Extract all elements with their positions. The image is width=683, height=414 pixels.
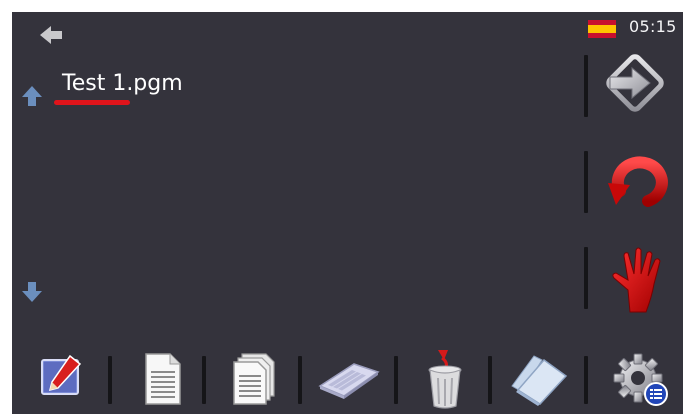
gear-icon — [613, 353, 668, 406]
divider — [488, 356, 492, 404]
settings-button[interactable] — [610, 346, 674, 410]
divider — [584, 55, 588, 117]
back-button[interactable] — [38, 24, 66, 46]
scroll-down-button[interactable] — [21, 280, 43, 304]
divider — [202, 356, 206, 404]
clock: 05:15 — [629, 17, 677, 36]
scroll-up-button[interactable] — [21, 84, 43, 108]
stop-button[interactable] — [608, 244, 668, 314]
divider — [108, 356, 112, 404]
red-circular-arrow-icon — [608, 156, 668, 207]
file-name: Test 1.pgm — [62, 71, 183, 96]
divider — [584, 151, 588, 213]
folder-icon — [511, 355, 568, 406]
divider — [584, 247, 588, 309]
selection-underline — [54, 100, 130, 105]
file-manager-screen: 05:15 Test 1.pgm — [12, 12, 683, 414]
edit-button[interactable] — [36, 352, 88, 404]
folder-button[interactable] — [508, 350, 570, 406]
document-icon — [145, 353, 181, 405]
arrow-up-icon — [22, 86, 42, 106]
enter-arrow-icon — [606, 54, 664, 112]
delete-button[interactable] — [422, 348, 468, 410]
reset-button[interactable] — [604, 149, 670, 213]
enter-button[interactable] — [602, 50, 668, 116]
arrow-down-icon — [22, 282, 42, 302]
new-file-button[interactable] — [136, 350, 188, 406]
copy-button[interactable] — [228, 350, 280, 406]
red-hand-icon — [612, 247, 661, 313]
keyboard-icon — [318, 363, 380, 399]
divider — [394, 356, 398, 404]
pencil-edit-icon — [41, 354, 82, 395]
rename-button[interactable] — [316, 358, 380, 400]
trash-icon — [428, 350, 462, 409]
divider — [584, 356, 588, 404]
spain-flag-icon — [588, 20, 616, 38]
back-arrow-icon — [40, 26, 62, 44]
status-bar: 05:15 — [586, 16, 683, 40]
documents-copy-icon — [233, 353, 275, 405]
bottom-toolbar — [12, 342, 683, 414]
divider — [298, 356, 302, 404]
file-list: Test 1.pgm — [52, 67, 572, 297]
list-item[interactable]: Test 1.pgm — [52, 67, 292, 111]
